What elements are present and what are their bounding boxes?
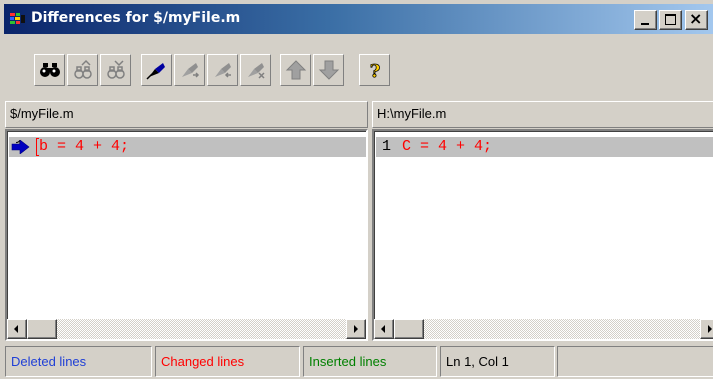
code-text: b = 4 + 4; bbox=[39, 138, 130, 155]
scroll-left-button[interactable] bbox=[7, 319, 27, 339]
scroll-right-button[interactable] bbox=[700, 319, 713, 339]
pen-clear-button[interactable] bbox=[240, 54, 271, 86]
close-icon: × bbox=[689, 9, 703, 28]
right-arrow-icon bbox=[708, 325, 712, 333]
binoculars-icon bbox=[40, 63, 60, 77]
left-arrow-icon bbox=[14, 325, 18, 333]
right-pane-header: H:\myFile.m bbox=[372, 101, 713, 128]
maximize-icon bbox=[665, 14, 676, 25]
right-file-pane[interactable]: 1 C = 4 + 4; bbox=[372, 129, 713, 341]
inserted-lines-legend: Inserted lines bbox=[303, 346, 437, 377]
pen-icon bbox=[146, 63, 165, 80]
help-icon: ? bbox=[369, 61, 381, 81]
line-number: 1 bbox=[382, 138, 392, 155]
find-previous-icon bbox=[107, 60, 125, 79]
code-text: C = 4 + 4; bbox=[402, 138, 493, 155]
left-horizontal-scrollbar[interactable] bbox=[7, 319, 366, 339]
minimize-button[interactable] bbox=[634, 10, 657, 30]
current-difference-arrow-icon bbox=[11, 140, 30, 154]
scroll-thumb[interactable] bbox=[27, 319, 57, 339]
pen-next-button[interactable] bbox=[174, 54, 205, 86]
close-button[interactable]: × bbox=[685, 9, 708, 30]
next-difference-button[interactable] bbox=[313, 54, 344, 86]
title-bar[interactable]: Differences for $/myFile.m × bbox=[4, 4, 713, 34]
find-previous-button[interactable] bbox=[100, 54, 131, 86]
scroll-thumb[interactable] bbox=[394, 319, 424, 339]
window-title: Differences for $/myFile.m bbox=[31, 10, 241, 26]
scroll-left-button[interactable] bbox=[374, 319, 394, 339]
find-next-icon bbox=[74, 59, 92, 79]
maximize-button[interactable] bbox=[659, 10, 682, 30]
pen-previous-icon bbox=[215, 63, 231, 78]
pen-next-icon bbox=[182, 63, 200, 78]
up-arrow-icon bbox=[285, 60, 307, 80]
find-group bbox=[34, 54, 133, 88]
right-arrow-icon bbox=[354, 325, 358, 333]
pen-previous-button[interactable] bbox=[207, 54, 238, 86]
navigate-group bbox=[280, 54, 346, 88]
pen-button[interactable] bbox=[141, 54, 172, 86]
diff-window: Differences for $/myFile.m × ? $/myFile.… bbox=[0, 0, 713, 379]
left-pane-header: $/myFile.m bbox=[5, 101, 368, 128]
left-line-1[interactable]: 1 b = 4 + 4; bbox=[9, 137, 366, 157]
scroll-right-button[interactable] bbox=[346, 319, 366, 339]
pen-clear-icon bbox=[248, 63, 265, 79]
right-line-1[interactable]: 1 C = 4 + 4; bbox=[376, 137, 713, 157]
status-empty-panel bbox=[557, 346, 713, 377]
status-bar: Deleted lines Changed lines Inserted lin… bbox=[4, 343, 713, 379]
svg-text:?: ? bbox=[370, 61, 381, 81]
previous-difference-button[interactable] bbox=[280, 54, 311, 86]
find-next-button[interactable] bbox=[67, 54, 98, 86]
toolbar: ? bbox=[4, 37, 713, 97]
help-button[interactable]: ? bbox=[359, 54, 390, 86]
changed-lines-legend: Changed lines bbox=[155, 346, 300, 377]
deleted-lines-legend: Deleted lines bbox=[5, 346, 152, 377]
right-horizontal-scrollbar[interactable] bbox=[374, 319, 713, 339]
find-button[interactable] bbox=[34, 54, 65, 86]
help-group: ? bbox=[359, 54, 392, 88]
cursor-position: Ln 1, Col 1 bbox=[440, 346, 555, 377]
bookmark-group bbox=[141, 54, 273, 88]
app-icon bbox=[10, 13, 25, 24]
minimize-icon bbox=[641, 23, 649, 25]
left-file-pane[interactable]: 1 b = 4 + 4; bbox=[5, 129, 368, 341]
left-arrow-icon bbox=[381, 325, 385, 333]
down-arrow-icon bbox=[318, 60, 340, 80]
